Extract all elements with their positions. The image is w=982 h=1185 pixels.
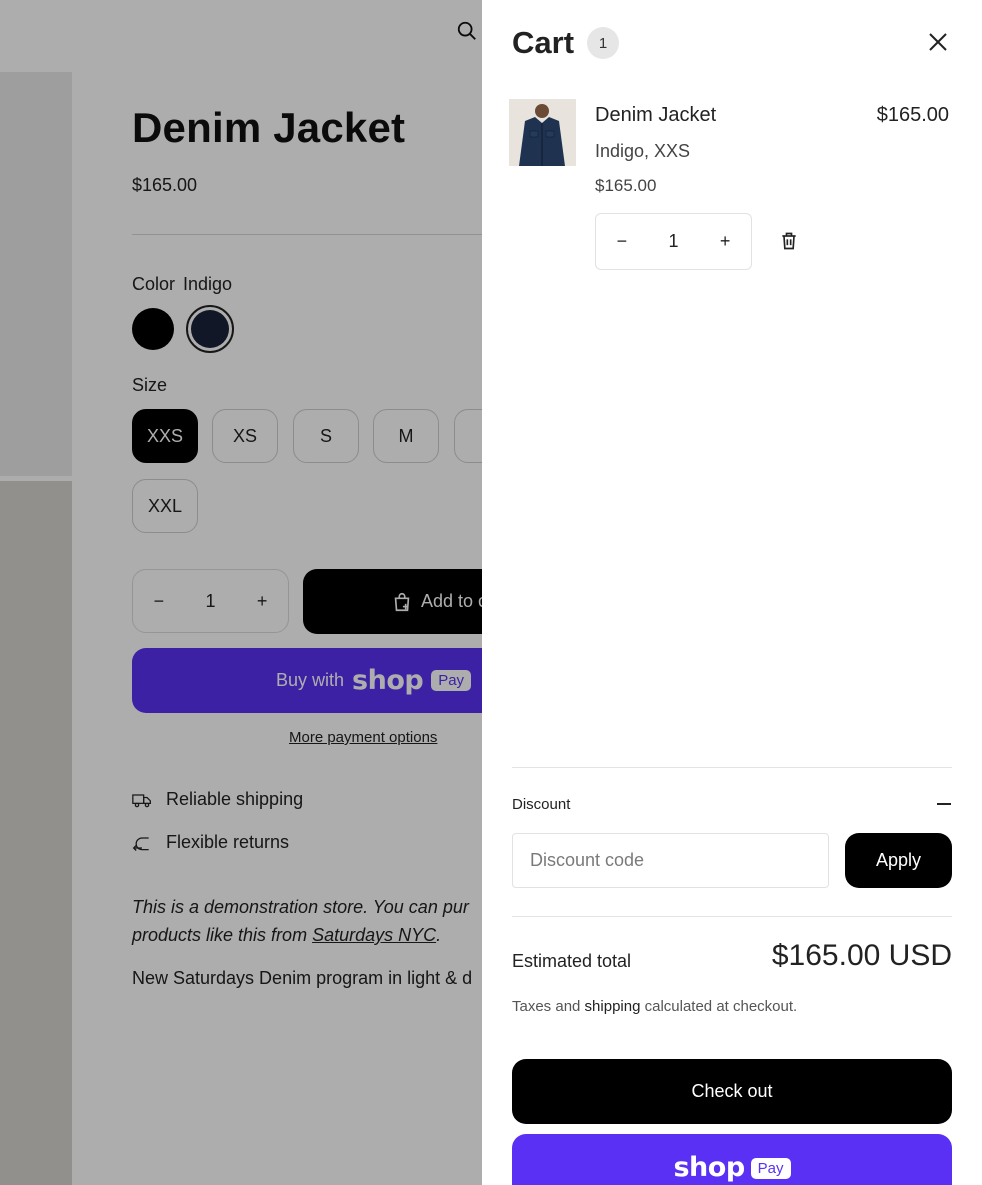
divider (512, 916, 952, 917)
shop-logo-text: shop (673, 1152, 745, 1183)
discount-code-input[interactable] (512, 833, 829, 888)
tax-note: Taxes and shipping calculated at checkou… (512, 998, 798, 1015)
cart-item-unit-price: $165.00 (595, 176, 657, 195)
shipping-link[interactable]: shipping (585, 998, 641, 1015)
close-icon (929, 33, 947, 51)
checkout-button[interactable]: Check out (512, 1059, 952, 1124)
cart-title: Cart (512, 25, 575, 60)
collapse-icon[interactable] (937, 803, 951, 805)
trash-icon[interactable] (779, 231, 799, 251)
pay-chip: Pay (750, 1158, 791, 1179)
denim-jacket-image (509, 99, 576, 166)
cart-item-thumbnail[interactable] (509, 99, 576, 166)
close-button[interactable] (926, 30, 950, 54)
estimated-total-value: $165.00 USD (771, 939, 952, 972)
discount-label[interactable]: Discount (512, 796, 570, 813)
cart-item-quantity[interactable]: 1 (653, 231, 693, 252)
minus-icon[interactable]: − (602, 231, 642, 252)
cart-item-name[interactable]: Denim Jacket (595, 104, 716, 127)
estimated-total-label: Estimated total (512, 951, 632, 971)
cart-item-quantity-stepper: − 1 + (595, 213, 752, 270)
divider (512, 767, 952, 768)
cart-count-badge: 1 (587, 27, 619, 59)
shop-pay-checkout-button[interactable]: shop Pay (512, 1134, 952, 1185)
apply-discount-button[interactable]: Apply (845, 833, 952, 888)
plus-icon[interactable]: + (705, 231, 745, 252)
cart-item-line-price: $165.00 (876, 104, 949, 126)
cart-drawer: Cart 1 Denim Jacket $165.00 Indigo, XXS … (482, 0, 982, 1185)
cart-item-variant: Indigo, XXS (595, 141, 691, 161)
